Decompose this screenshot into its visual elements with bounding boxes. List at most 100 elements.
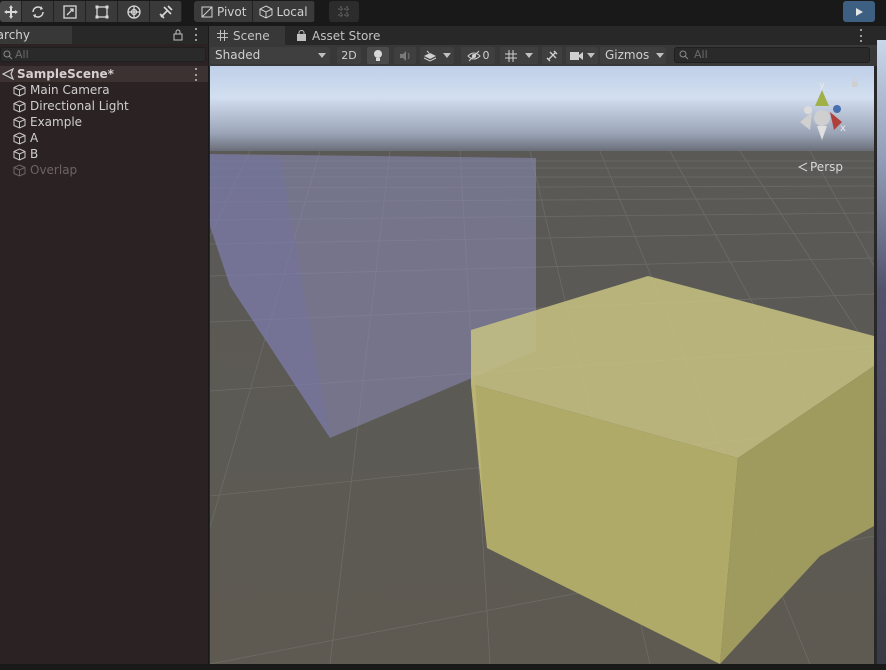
persp-label: Persp [810, 160, 843, 174]
lighting-toggle[interactable] [367, 47, 389, 64]
pivot-icon [201, 6, 213, 17]
gameobject-cube-icon [13, 84, 26, 97]
move-icon [3, 4, 18, 19]
hierarchy-tabbar: Hierarchy [0, 26, 208, 44]
chevron-down-icon [586, 53, 595, 58]
gizmo-x-label: x [840, 123, 846, 134]
rotate-icon [31, 5, 44, 18]
rotate-tool-button[interactable] [22, 1, 54, 22]
scale-tool-button[interactable] [54, 1, 86, 22]
gameobject-cube-icon [13, 116, 26, 129]
item-label: Overlap [30, 163, 78, 177]
gizmos-label: Gizmos [605, 48, 650, 62]
scene-search-input[interactable]: All [674, 47, 870, 63]
gizmo-z-axis[interactable] [833, 105, 841, 113]
transform-tools [0, 1, 182, 22]
scene-name: SampleScene* [17, 67, 114, 81]
search-icon [3, 50, 13, 60]
scene-viewport[interactable]: y x Persp [210, 66, 874, 664]
pivot-group: Pivot Local [194, 1, 315, 22]
effects-dropdown[interactable] [420, 47, 454, 64]
hierarchy-item-overlap[interactable]: Overlap [0, 162, 208, 178]
draw-mode-value: Shaded [215, 48, 261, 62]
scene-tabbar: Scene Asset Store [209, 26, 886, 45]
hierarchy-item-b[interactable]: B [0, 146, 208, 162]
gameobject-cube-icon [13, 132, 26, 145]
tools-icon [546, 50, 558, 61]
eye-hidden-icon [466, 50, 481, 61]
scene-menu-icon[interactable] [194, 68, 198, 81]
unity-scene-icon [2, 68, 14, 80]
tab-asset-store[interactable]: Asset Store [288, 26, 384, 45]
transform-icon [126, 4, 141, 19]
search-placeholder: All [694, 48, 708, 61]
item-label: B [30, 147, 39, 161]
2d-toggle[interactable]: 2D [337, 47, 361, 64]
hierarchy-panel: Hierarchy All SampleScene* Main Camera D… [0, 26, 208, 664]
play-button[interactable] [843, 1, 875, 22]
hierarchy-menu-icon[interactable] [194, 28, 198, 41]
hierarchy-item-a[interactable]: A [0, 130, 208, 146]
hierarchy-search-input[interactable]: All [0, 47, 206, 62]
2d-label: 2D [341, 49, 357, 62]
hierarchy-item-directional-light[interactable]: Directional Light [0, 98, 208, 114]
hidden-objects-toggle[interactable]: 0 [461, 47, 495, 64]
chevron-down-icon [443, 53, 451, 58]
search-icon [679, 50, 689, 60]
tab-scene-label: Scene [233, 28, 270, 43]
gameobject-cube-icon [13, 164, 26, 177]
play-icon [856, 7, 863, 16]
tab-scene[interactable]: Scene [209, 26, 285, 45]
scene-panel: Scene Asset Store Shaded 2D 0 Gizmos All… [209, 26, 886, 664]
tools-toggle[interactable] [542, 47, 562, 64]
grid-icon [217, 30, 228, 41]
camera-icon [569, 51, 583, 60]
pivot-button[interactable]: Pivot [194, 1, 254, 22]
effects-layers-icon [423, 50, 437, 62]
perspective-icon [798, 162, 808, 172]
rect-tool-button[interactable] [86, 1, 118, 22]
speaker-icon [400, 50, 410, 61]
hierarchy-item-example[interactable]: Example [0, 114, 208, 130]
transform-tool-button[interactable] [118, 1, 150, 22]
scene-render: y x [210, 66, 874, 664]
lock-icon[interactable] [173, 29, 183, 41]
camera-dropdown[interactable] [566, 47, 598, 64]
shopping-bag-icon [297, 29, 306, 41]
gizmos-dropdown[interactable]: Gizmos [600, 47, 666, 64]
move-tool-button[interactable] [0, 1, 22, 22]
search-placeholder: All [15, 48, 29, 61]
local-cube-icon [259, 4, 273, 19]
grid-dropdown[interactable] [500, 47, 538, 64]
projection-toggle[interactable]: Persp [798, 160, 843, 174]
game-view-edge [877, 40, 886, 664]
hierarchy-item-main-camera[interactable]: Main Camera [0, 82, 208, 98]
grid-snap-button[interactable] [329, 1, 359, 22]
main-toolbar: Pivot Local [0, 0, 886, 24]
tab-hierarchy[interactable]: Hierarchy [0, 26, 72, 44]
scene-root-row[interactable]: SampleScene* [0, 66, 208, 82]
hierarchy-tab-label: Hierarchy [0, 28, 31, 42]
rect-icon [95, 5, 108, 18]
tab-asset-store-label: Asset Store [312, 28, 381, 43]
item-label: Example [30, 115, 83, 129]
gameobject-cube-icon [13, 100, 26, 113]
audio-toggle[interactable] [394, 47, 416, 64]
scene-view-toolbar: Shaded 2D 0 Gizmos All [209, 45, 886, 66]
draw-mode-dropdown[interactable]: Shaded [210, 47, 330, 64]
custom-tool-button[interactable] [150, 1, 182, 22]
gizmo-y-label: y [819, 80, 825, 91]
local-label: Local [276, 4, 308, 19]
skybox [210, 66, 874, 156]
item-label: Main Camera [30, 83, 110, 97]
scene-panel-menu-icon[interactable] [859, 29, 863, 42]
local-button[interactable]: Local [253, 1, 315, 22]
gameobject-cube-icon [13, 148, 26, 161]
scale-icon [62, 4, 77, 19]
chevron-down-icon [525, 53, 533, 58]
item-label: A [30, 131, 39, 145]
item-label: Directional Light [30, 99, 129, 113]
pivot-label: Pivot [217, 4, 247, 19]
bottom-panel-edge [0, 664, 886, 670]
tools-icon [158, 4, 173, 19]
